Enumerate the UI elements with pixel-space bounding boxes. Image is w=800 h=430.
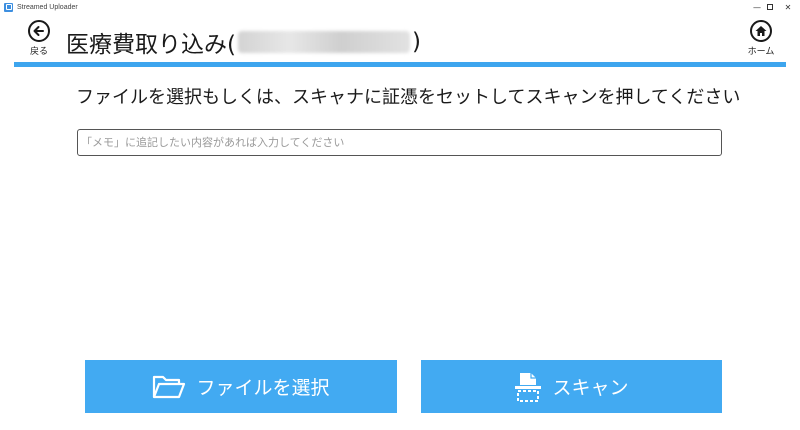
redacted-name: [237, 31, 410, 53]
app-title: Streamed Uploader: [17, 3, 78, 11]
app-icon: [4, 2, 13, 12]
back-label: 戻る: [29, 47, 48, 57]
home-icon: [750, 20, 772, 42]
scanner-icon: [514, 371, 542, 403]
home-label: ホーム: [747, 47, 775, 57]
home-button[interactable]: ホーム: [743, 20, 779, 60]
select-file-label: ファイルを選択: [196, 377, 330, 399]
select-file-button[interactable]: ファイルを選択: [85, 360, 397, 413]
title-bar: Streamed Uploader: [0, 0, 800, 14]
maximize-icon: [767, 4, 773, 10]
scan-label: スキャン: [552, 377, 629, 399]
memo-input[interactable]: [77, 129, 722, 156]
page-title-prefix: 医療費取り込み(: [66, 32, 236, 58]
page-title: 医療費取り込み( ): [66, 27, 421, 58]
scan-button[interactable]: スキャン: [421, 360, 722, 413]
folder-open-icon: [152, 374, 186, 400]
close-button[interactable]: ✕: [777, 0, 799, 14]
instruction-text: ファイルを選択もしくは、スキャナに証憑をセットしてスキャンを押してください: [76, 87, 741, 108]
back-button[interactable]: 戻る: [21, 20, 57, 60]
page-title-suffix: ): [411, 29, 421, 55]
header-divider: [14, 62, 786, 67]
back-arrow-icon: [28, 20, 50, 42]
